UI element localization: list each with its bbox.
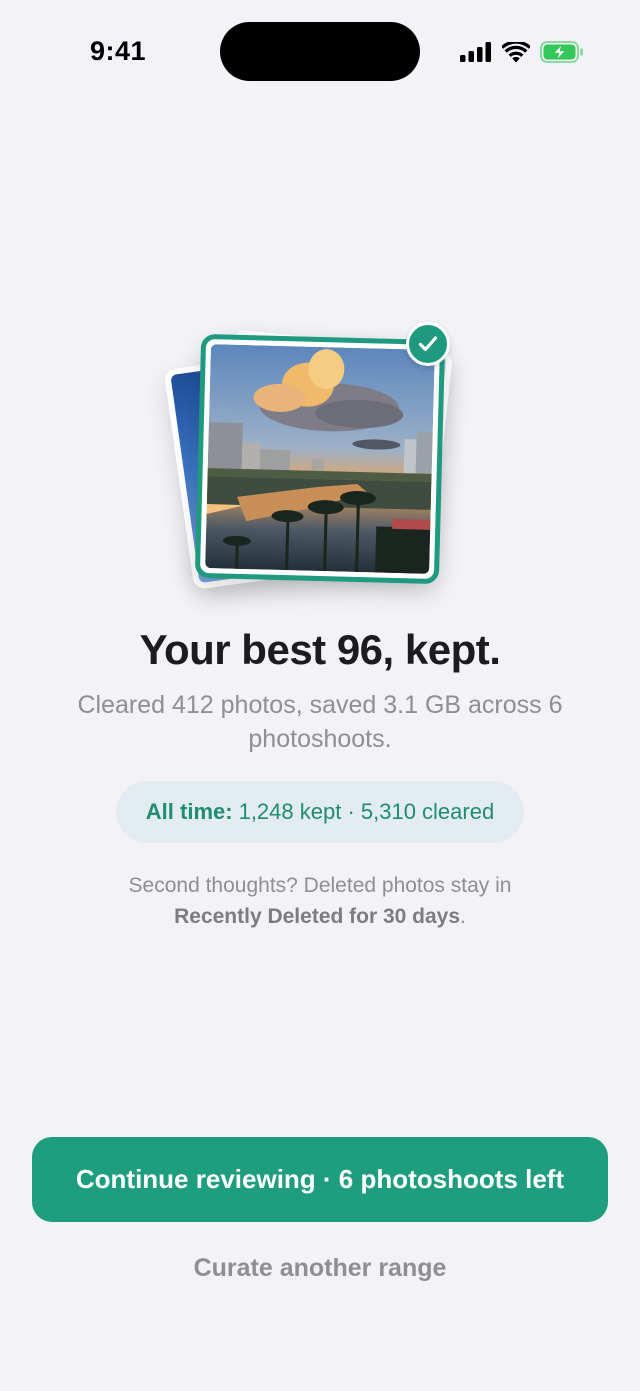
battery-charging-icon bbox=[540, 41, 584, 63]
sunset-city-canal-photo bbox=[205, 344, 435, 574]
all-time-stats-pill: All time: 1,248 kept · 5,310 cleared bbox=[116, 781, 524, 843]
kept-photos-stack bbox=[160, 318, 480, 608]
all-time-value: 1,248 kept · 5,310 cleared bbox=[238, 799, 495, 824]
recently-deleted-note: Second thoughts? Deleted photos stay in … bbox=[60, 870, 580, 932]
featured-photo-card bbox=[194, 333, 446, 585]
note-prefix: Second thoughts? Deleted photos stay in bbox=[128, 874, 512, 897]
wifi-icon bbox=[502, 41, 530, 63]
note-emphasis: Recently Deleted for 30 days bbox=[174, 905, 461, 928]
checkmark-icon bbox=[406, 322, 450, 366]
status-time: 9:41 bbox=[90, 36, 147, 66]
cellular-signal-icon bbox=[460, 42, 492, 62]
curate-another-range-link[interactable]: Curate another range bbox=[0, 1254, 640, 1283]
status-bar: 9:41 bbox=[0, 0, 640, 100]
note-suffix: . bbox=[460, 905, 466, 928]
dynamic-island bbox=[220, 22, 420, 81]
continue-reviewing-button[interactable]: Continue reviewing · 6 photoshoots left bbox=[32, 1137, 608, 1222]
all-time-label: All time: bbox=[145, 799, 233, 824]
status-icons bbox=[460, 40, 584, 64]
summary-headline: Your best 96, kept. bbox=[139, 626, 501, 673]
summary-subline: Cleared 412 photos, saved 3.1 GB across … bbox=[77, 691, 563, 753]
